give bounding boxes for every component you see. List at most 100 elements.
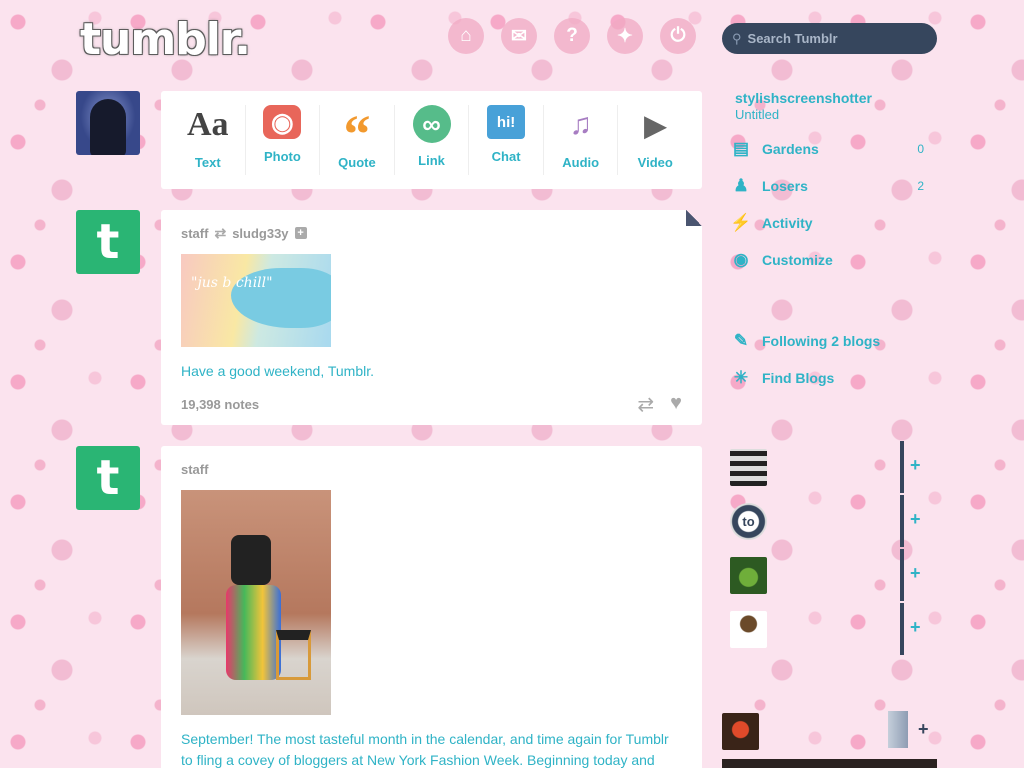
staff-avatar[interactable]: t — [76, 446, 140, 510]
recommended-blog[interactable]: to + — [730, 495, 936, 547]
link-icon: ∞ — [412, 105, 451, 143]
dancer-legs-shape — [226, 585, 281, 680]
divider — [900, 603, 904, 655]
post-footer: 19,398 notes ⇄ ♥ — [181, 392, 682, 417]
post-type-bar: Aa Text ◉ Photo “ Quote ∞ Link hi! Chat … — [161, 91, 702, 189]
blog-thumbnail — [730, 556, 767, 594]
post-type-label: Chat — [491, 149, 521, 164]
post-photo[interactable] — [181, 490, 331, 715]
post-link-button[interactable]: ∞ Link — [395, 105, 470, 175]
post-caption: Have a good weekend, Tumblr. — [181, 363, 375, 379]
reblogged-from-link[interactable]: sludg33y — [232, 226, 288, 241]
follow-plus-icon[interactable]: + — [910, 563, 921, 584]
follow-plus-icon[interactable]: + — [910, 617, 921, 638]
divider — [900, 549, 904, 601]
eye-icon: ◉ — [733, 250, 749, 269]
post-header: staff ⇄ sludg33y + — [181, 225, 682, 241]
post-caption: September! The most tasteful month in th… — [181, 731, 669, 768]
post-header: staff — [181, 462, 682, 477]
sidebar-item-label: Activity — [762, 215, 813, 231]
blog-thumbnail — [730, 448, 767, 486]
sidebar-item-label: Find Blogs — [762, 370, 835, 386]
document-icon: ▤ — [732, 139, 750, 158]
compass-dots-icon: ✳ — [733, 368, 749, 387]
post-fold-corner[interactable] — [686, 210, 702, 226]
radar-image[interactable] — [722, 759, 937, 768]
power-icon[interactable]: ⏻ — [660, 18, 696, 54]
camera-icon: ◉ — [263, 105, 302, 139]
post-chat-button[interactable]: hi! Chat — [469, 105, 544, 175]
sidebar-item-customize[interactable]: ◉ Customize — [730, 248, 930, 272]
add-person-icon: ✎ — [733, 331, 749, 350]
post-quote-button[interactable]: “ Quote — [320, 105, 395, 175]
sidebar-item-label: Gardens — [762, 141, 819, 157]
home-icon[interactable]: ⌂ — [448, 18, 484, 54]
help-icon[interactable]: ? — [554, 18, 590, 54]
like-heart-icon[interactable]: ♥ — [670, 392, 682, 417]
post-author-link[interactable]: staff — [181, 226, 208, 241]
post-type-label: Video — [637, 155, 673, 170]
search-icon: ⚲ — [732, 30, 742, 46]
compass-icon[interactable]: ✦ — [607, 18, 643, 54]
tumblr-logo[interactable]: tumblr. — [80, 14, 251, 65]
blog-subtitle: Untitled — [735, 107, 780, 122]
dashboard-post: staff September! The most tasteful month… — [161, 446, 702, 768]
blog-thumbnail: to — [730, 502, 767, 540]
blog-name-link[interactable]: stylishscreenshotter — [735, 90, 872, 106]
sidebar-item-gardens[interactable]: ▤ Gardens 0 — [730, 137, 930, 161]
quote-icon: “ — [343, 104, 371, 164]
avatar-silhouette — [90, 99, 126, 155]
follow-plus-icon[interactable]: + — [918, 719, 929, 740]
post-text-button[interactable]: Aa Text — [171, 105, 246, 175]
radar-widget[interactable]: + — [722, 711, 937, 751]
sidebar-item-count: 0 — [917, 142, 924, 156]
sidebar-item-label: Customize — [762, 252, 833, 268]
sidebar-item-find-blogs[interactable]: ✳ Find Blogs — [730, 366, 930, 390]
divider — [900, 441, 904, 493]
post-photo-button[interactable]: ◉ Photo — [246, 105, 321, 175]
staff-avatar[interactable]: t — [76, 210, 140, 274]
people-icon: ♟ — [733, 176, 749, 195]
reblog-button-icon[interactable]: ⇄ — [637, 392, 654, 417]
post-type-label: Quote — [338, 155, 376, 170]
photo-text: "jus b chill" — [191, 275, 273, 291]
camcorder-icon: ▶ — [644, 109, 667, 141]
follow-plus-icon[interactable]: + — [910, 509, 921, 530]
text-icon: Aa — [187, 106, 229, 143]
sidebar-item-activity[interactable]: ⚡ Activity — [730, 211, 930, 235]
sidebar-item-count: 2 — [917, 179, 924, 193]
dancer-shape — [231, 535, 271, 585]
blog-thumbnail — [730, 610, 767, 648]
post-type-label: Photo — [263, 149, 301, 164]
sidebar-item-label: Following 2 blogs — [762, 333, 881, 349]
user-avatar[interactable] — [76, 91, 140, 155]
divider — [900, 495, 904, 547]
post-type-label: Text — [194, 155, 221, 170]
chair-shape — [276, 630, 311, 680]
recommended-blog[interactable]: + — [730, 549, 936, 601]
post-video-button[interactable]: ▶ Video — [618, 105, 692, 175]
dashboard-post: staff ⇄ sludg33y + "jus b chill" Have a … — [161, 210, 702, 425]
follow-plus-icon[interactable]: + — [294, 227, 307, 239]
post-author-link[interactable]: staff — [181, 462, 208, 477]
sidebar-item-losers[interactable]: ♟ Losers 2 — [730, 174, 930, 198]
post-audio-button[interactable]: ♫ Audio — [544, 105, 619, 175]
chat-icon: hi! — [487, 105, 526, 139]
sidebar-item-following[interactable]: ✎ Following 2 blogs — [730, 329, 930, 353]
notes-count[interactable]: 19,398 notes — [181, 397, 259, 412]
mail-icon[interactable]: ✉ — [501, 18, 537, 54]
top-navigation: ⌂ ✉ ? ✦ ⏻ — [448, 18, 696, 54]
sidebar-item-label: Losers — [762, 178, 808, 194]
search-input[interactable] — [747, 31, 918, 46]
post-actions: ⇄ ♥ — [637, 392, 682, 417]
search-box[interactable]: ⚲ — [722, 23, 937, 54]
post-type-label: Audio — [562, 155, 600, 170]
post-type-label: Link — [418, 153, 445, 168]
post-photo[interactable]: "jus b chill" — [181, 254, 331, 347]
radar-fade — [888, 711, 908, 748]
lightning-icon: ⚡ — [730, 213, 752, 232]
recommended-blog[interactable]: + — [730, 603, 936, 655]
follow-plus-icon[interactable]: + — [910, 455, 921, 476]
recommended-blog[interactable]: + — [730, 441, 936, 493]
radar-thumbnail — [722, 712, 759, 750]
